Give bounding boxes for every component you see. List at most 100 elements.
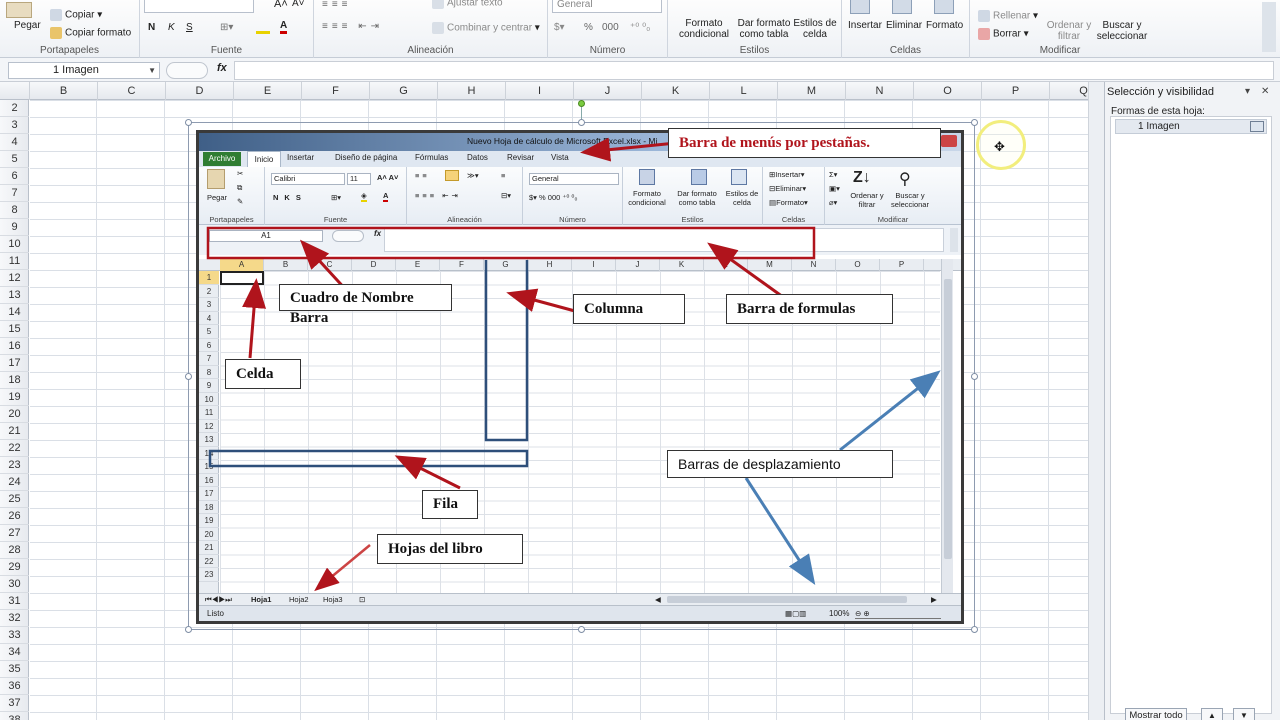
row-header[interactable]: 3 <box>0 117 29 134</box>
row-header[interactable]: 10 <box>0 236 29 253</box>
excel-screenshot-image[interactable]: Nuevo Hoja de cálculo de Microsoft Excel… <box>196 130 964 624</box>
row-header[interactable]: 9 <box>0 219 29 236</box>
conditional-format-button[interactable]: Formato condicional <box>674 18 734 40</box>
resize-handle[interactable] <box>578 626 585 633</box>
cell-styles-button[interactable]: Estilos de celda <box>792 18 838 40</box>
row-header[interactable]: 35 <box>0 661 29 678</box>
row-header[interactable]: 23 <box>0 457 29 474</box>
select-all-corner[interactable] <box>0 82 30 100</box>
column-header[interactable]: M <box>778 82 846 100</box>
find-select-button[interactable]: Buscar y seleccionar <box>1094 20 1150 42</box>
resize-handle[interactable] <box>185 373 192 380</box>
fx-button[interactable]: fx <box>217 62 227 74</box>
align-top-icons[interactable]: ≡≡≡ <box>322 0 352 10</box>
row-header[interactable]: 34 <box>0 644 29 661</box>
column-header[interactable]: D <box>166 82 234 100</box>
fill-button[interactable]: Rellenar ▾ <box>978 10 1038 22</box>
resize-handle[interactable] <box>971 626 978 633</box>
paste-icon[interactable] <box>6 2 32 18</box>
column-header[interactable]: N <box>846 82 914 100</box>
column-header[interactable]: O <box>914 82 982 100</box>
row-header[interactable]: 19 <box>0 389 29 406</box>
row-header[interactable]: 4 <box>0 134 29 151</box>
number-format-combo[interactable]: General <box>552 0 662 13</box>
ribbon-scroll[interactable] <box>1262 2 1276 52</box>
insert-button[interactable]: Insertar <box>848 20 882 31</box>
column-header[interactable]: K <box>642 82 710 100</box>
sort-filter-button[interactable]: Ordenar y filtrar <box>1046 20 1092 42</box>
clear-button[interactable]: Borrar ▾ <box>978 28 1029 40</box>
format-painter-button[interactable]: Copiar formato <box>50 27 131 39</box>
row-header[interactable]: 5 <box>0 151 29 168</box>
row-header[interactable]: 37 <box>0 695 29 712</box>
row-header[interactable]: 30 <box>0 576 29 593</box>
bold-button[interactable]: N <box>148 22 155 33</box>
italic-button[interactable]: K <box>168 22 175 33</box>
column-header[interactable]: G <box>370 82 438 100</box>
resize-handle[interactable] <box>185 626 192 633</box>
row-header[interactable]: 6 <box>0 168 29 185</box>
row-header[interactable]: 17 <box>0 355 29 372</box>
currency-button[interactable]: $▾ <box>554 22 565 33</box>
font-combo[interactable] <box>144 0 254 13</box>
row-header[interactable]: 32 <box>0 610 29 627</box>
grow-font-button[interactable]: A˄ <box>274 0 288 10</box>
row-header[interactable]: 29 <box>0 559 29 576</box>
rotation-handle[interactable] <box>578 100 585 107</box>
shrink-font-button[interactable]: A˅ <box>292 0 305 9</box>
resize-handle[interactable] <box>578 119 585 126</box>
percent-button[interactable]: % <box>584 22 593 33</box>
row-header[interactable]: 14 <box>0 304 29 321</box>
column-header[interactable]: P <box>982 82 1050 100</box>
decimals-button[interactable]: ⁺⁰ ⁰₀ <box>630 22 650 33</box>
row-header[interactable]: 8 <box>0 202 29 219</box>
column-header[interactable]: L <box>710 82 778 100</box>
move-up-button[interactable]: ▲ <box>1201 708 1223 720</box>
row-header[interactable]: 7 <box>0 185 29 202</box>
align-icons[interactable]: ≡≡≡ ⇤⇥ <box>322 21 383 32</box>
eye-icon[interactable] <box>1250 121 1264 132</box>
fill-color-icon[interactable] <box>256 20 270 34</box>
resize-handle[interactable] <box>971 373 978 380</box>
column-header[interactable]: B <box>30 82 98 100</box>
pane-dropdown-icon[interactable]: ▾ <box>1245 86 1250 97</box>
close-icon[interactable]: ✕ <box>1261 86 1269 97</box>
row-header[interactable]: 26 <box>0 508 29 525</box>
move-down-button[interactable]: ▼ <box>1233 708 1255 720</box>
row-header[interactable]: 20 <box>0 406 29 423</box>
row-header[interactable]: 13 <box>0 287 29 304</box>
row-header[interactable]: 36 <box>0 678 29 695</box>
row-header[interactable]: 11 <box>0 253 29 270</box>
borders-button[interactable]: ⊞▾ <box>220 22 233 33</box>
font-color-icon[interactable]: A <box>280 20 288 34</box>
row-header[interactable]: 27 <box>0 525 29 542</box>
format-as-table-button[interactable]: Dar formato como tabla <box>734 18 794 40</box>
paste-button[interactable]: Pegar <box>14 20 41 31</box>
row-header[interactable]: 31 <box>0 593 29 610</box>
row-header[interactable]: 21 <box>0 423 29 440</box>
row-header[interactable]: 38 <box>0 712 29 720</box>
column-header[interactable]: C <box>98 82 166 100</box>
thousands-button[interactable]: 000 <box>602 22 619 33</box>
row-header[interactable]: 28 <box>0 542 29 559</box>
name-box[interactable]: 1 Imagen ▼ <box>8 62 160 79</box>
row-header[interactable]: 33 <box>0 627 29 644</box>
row-header[interactable]: 15 <box>0 321 29 338</box>
column-header[interactable]: H <box>438 82 506 100</box>
shape-item[interactable]: 1 Imagen <box>1115 119 1267 134</box>
resize-handle[interactable] <box>971 119 978 126</box>
copy-button[interactable]: Copiar ▾ <box>50 9 102 21</box>
format-button[interactable]: Formato <box>926 20 963 31</box>
row-header[interactable]: 16 <box>0 338 29 355</box>
formula-input[interactable] <box>234 61 1274 80</box>
row-header[interactable]: 24 <box>0 474 29 491</box>
underline-button[interactable]: S <box>186 22 193 33</box>
row-header[interactable]: 25 <box>0 491 29 508</box>
merge-button[interactable]: Combinar y centrar ▾ <box>432 22 540 34</box>
column-header[interactable]: F <box>302 82 370 100</box>
row-header[interactable]: 18 <box>0 372 29 389</box>
wrap-text-button[interactable]: Ajustar texto <box>432 0 503 9</box>
resize-handle[interactable] <box>185 119 192 126</box>
vertical-scrollbar[interactable] <box>1088 82 1104 720</box>
formula-buttons[interactable] <box>166 62 208 79</box>
